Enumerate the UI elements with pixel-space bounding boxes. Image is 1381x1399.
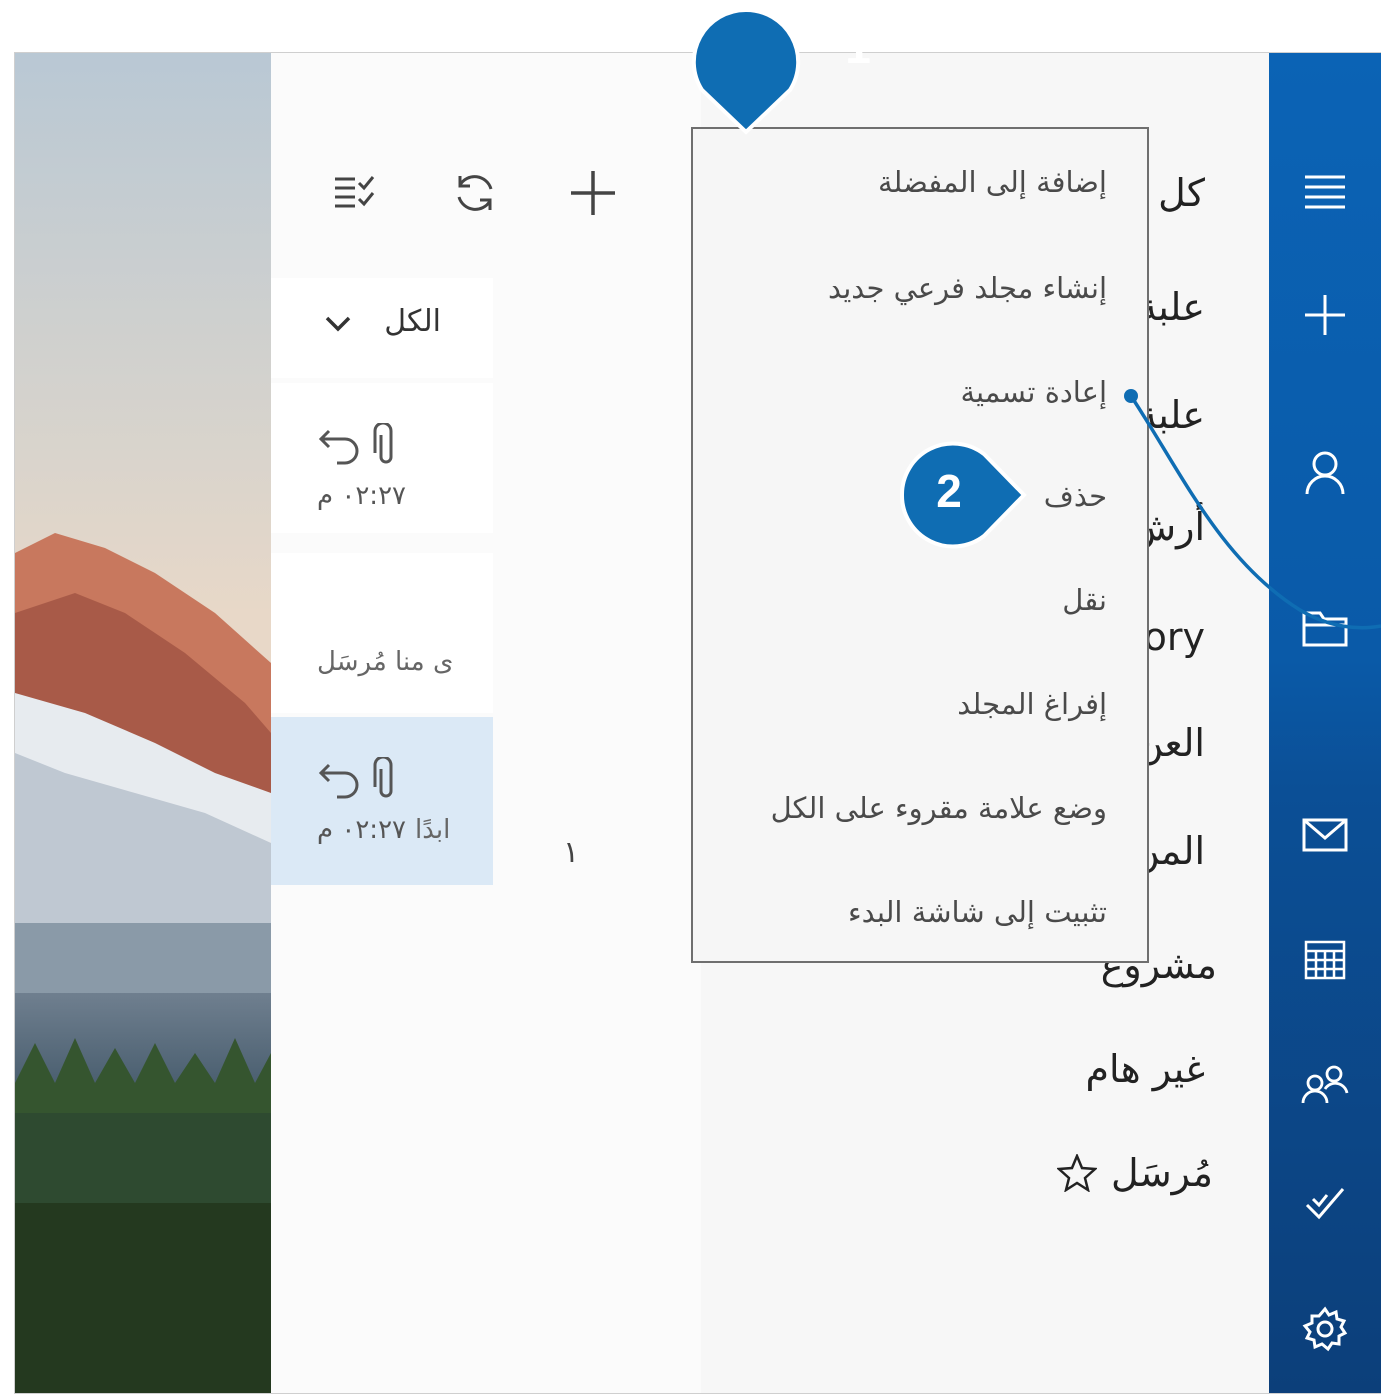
- gear-icon[interactable]: [1299, 1303, 1351, 1355]
- message-snippet: ابدًا: [415, 815, 451, 845]
- message-time: ٠٢:٢٧ م: [317, 815, 406, 845]
- callout-marker-2: 2: [898, 440, 1028, 550]
- menu-item-create-subfolder[interactable]: إنشاء مجلد فرعي جديد: [828, 271, 1107, 305]
- folder-item[interactable]: كل: [1158, 171, 1205, 215]
- message-item-selected[interactable]: ٠٢:٢٧ م ابدًا: [271, 717, 493, 885]
- chevron-down-icon: [325, 316, 351, 332]
- background-landscape-image: [15, 53, 271, 1393]
- attachment-icon: [373, 423, 393, 464]
- plus-icon[interactable]: [1299, 289, 1351, 341]
- folder-item-label: مُرسَل: [1111, 1151, 1213, 1195]
- todo-check-icon[interactable]: [1299, 1177, 1351, 1229]
- hamburger-icon[interactable]: [1299, 165, 1351, 217]
- person-icon[interactable]: [1299, 447, 1351, 499]
- menu-item-move[interactable]: نقل: [1062, 583, 1107, 617]
- message-item[interactable]: ى منا مُرسَل: [271, 553, 493, 713]
- multi-select-icon[interactable]: [325, 163, 385, 223]
- people-icon[interactable]: [1299, 1059, 1351, 1111]
- message-time: ٠٢:٢٧ م: [317, 481, 406, 511]
- folder-item-sent[interactable]: مُرسَل: [1057, 1151, 1213, 1195]
- unread-count: ١: [563, 835, 580, 870]
- reply-icon: [318, 763, 359, 799]
- message-item[interactable]: ٠٢:٢٧ م: [271, 383, 493, 533]
- message-snippet: ى منا مُرسَل: [317, 647, 454, 677]
- menu-item-pin-to-start[interactable]: تثبيت إلى شاشة البدء: [848, 895, 1107, 929]
- mail-app-window: الكل ٠٢:٢٧ م ى منا مُرسَل ٠٢:٢٧ م ابدًا …: [14, 52, 1381, 1394]
- callout-number: 1: [845, 21, 871, 73]
- callout-number: 2: [936, 465, 962, 517]
- mail-icon[interactable]: [1299, 809, 1351, 861]
- sync-icon[interactable]: [445, 163, 505, 223]
- menu-item-rename[interactable]: إعادة تسمية: [960, 375, 1107, 409]
- plus-icon[interactable]: [563, 163, 623, 223]
- folder-icon[interactable]: [1299, 601, 1351, 653]
- menu-item-add-to-favorites[interactable]: إضافة إلى المفضلة: [878, 165, 1107, 199]
- menu-item-delete[interactable]: حذف: [1044, 479, 1107, 513]
- menu-item-mark-all-read[interactable]: وضع علامة مقروء على الكل: [771, 791, 1107, 825]
- attachment-icon: [373, 757, 393, 798]
- calendar-icon[interactable]: [1299, 933, 1351, 985]
- filter-dropdown[interactable]: الكل: [271, 278, 493, 378]
- message-status-icons: [317, 757, 399, 801]
- navigation-rail: [1269, 53, 1381, 1393]
- filter-label: الكل: [384, 304, 441, 339]
- menu-item-empty-folder[interactable]: إفراغ المجلد: [957, 687, 1107, 721]
- callout-marker-1: 1: [690, 6, 871, 136]
- folder-item[interactable]: ory: [1144, 615, 1205, 659]
- star-icon[interactable]: [1057, 1154, 1098, 1192]
- reply-icon: [318, 429, 359, 465]
- message-status-icons: [317, 423, 399, 467]
- folder-item[interactable]: غير هام: [1085, 1047, 1205, 1091]
- message-list-pane: الكل ٠٢:٢٧ م ى منا مُرسَل ٠٢:٢٧ م ابدًا …: [271, 53, 701, 1393]
